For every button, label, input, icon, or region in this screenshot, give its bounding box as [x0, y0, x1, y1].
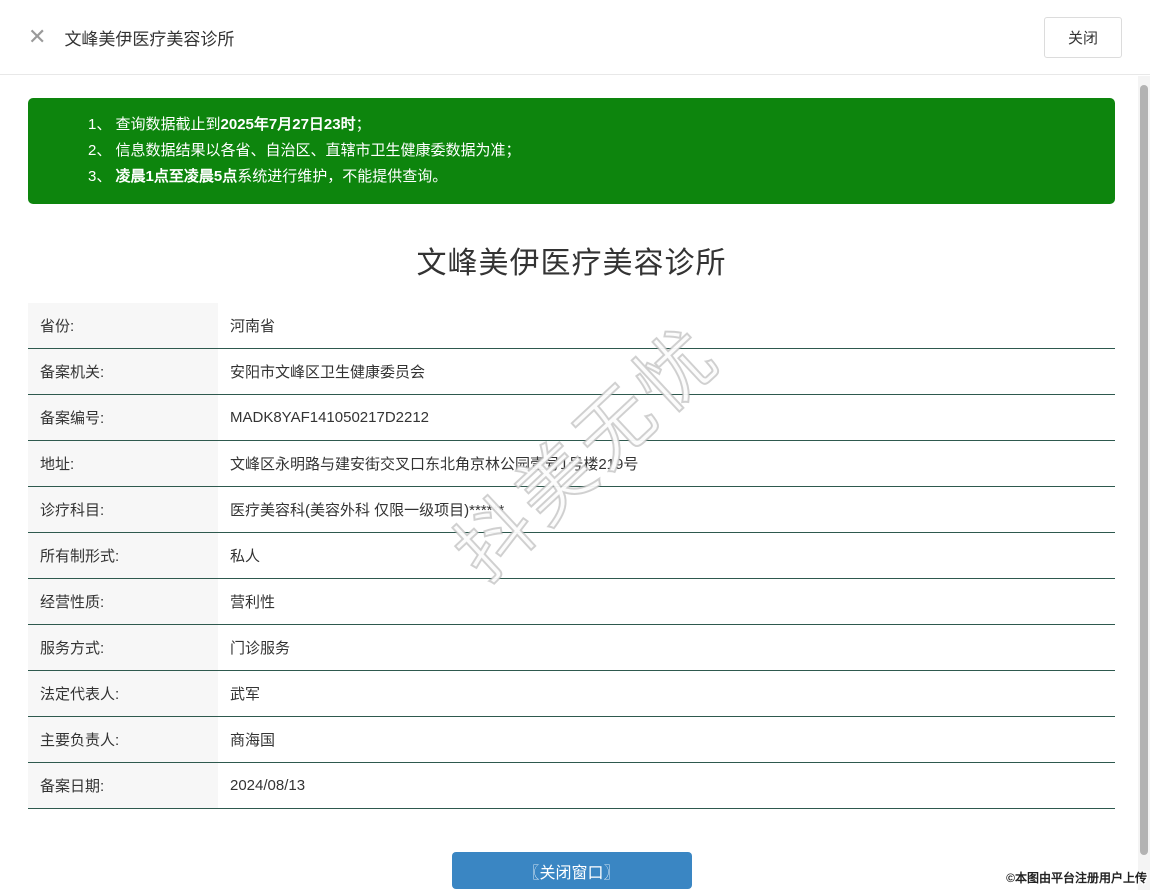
- table-row: 服务方式:门诊服务: [28, 625, 1115, 671]
- top-bar: ✕ 文峰美伊医疗美容诊所 关闭: [0, 0, 1150, 75]
- scrollbar-track[interactable]: [1138, 76, 1150, 890]
- close-icon[interactable]: ✕: [28, 26, 46, 48]
- row-label: 备案日期:: [28, 763, 218, 808]
- notice-line-2: 2、 信息数据结果以各省、自治区、直辖市卫生健康委数据为准；: [88, 138, 1095, 164]
- close-window-button[interactable]: 〖关闭窗口〗: [452, 852, 692, 889]
- record-table: 省份:河南省备案机关:安阳市文峰区卫生健康委员会备案编号:MADK8YAF141…: [28, 303, 1115, 809]
- row-value: MADK8YAF141050217D2212: [218, 395, 1115, 440]
- table-row: 备案编号:MADK8YAF141050217D2212: [28, 395, 1115, 441]
- row-label: 法定代表人:: [28, 671, 218, 716]
- table-row: 经营性质:营利性: [28, 579, 1115, 625]
- row-value: 河南省: [218, 303, 1115, 348]
- window-title: 文峰美伊医疗美容诊所: [64, 25, 234, 50]
- row-value: 私人: [218, 533, 1115, 578]
- notice-line-1: 1、 查询数据截止到2025年7月27日23时；: [88, 112, 1095, 138]
- row-label: 服务方式:: [28, 625, 218, 670]
- row-value: 营利性: [218, 579, 1115, 624]
- row-value: 2024/08/13: [218, 763, 1115, 808]
- row-label: 备案机关:: [28, 349, 218, 394]
- main-content: 1、 查询数据截止到2025年7月27日23时；2、 信息数据结果以各省、自治区…: [28, 98, 1115, 889]
- row-value: 武军: [218, 671, 1115, 716]
- table-row: 省份:河南省: [28, 303, 1115, 349]
- row-value: 门诊服务: [218, 625, 1115, 670]
- row-value: 安阳市文峰区卫生健康委员会: [218, 349, 1115, 394]
- table-row: 备案日期:2024/08/13: [28, 763, 1115, 809]
- notice-banner: 1、 查询数据截止到2025年7月27日23时；2、 信息数据结果以各省、自治区…: [28, 98, 1115, 204]
- table-row: 所有制形式:私人: [28, 533, 1115, 579]
- table-row: 主要负责人:商海国: [28, 717, 1115, 763]
- row-label: 省份:: [28, 303, 218, 348]
- table-row: 地址:文峰区永明路与建安街交叉口东北角京林公园壹号1号楼219号: [28, 441, 1115, 487]
- page-title: 文峰美伊医疗美容诊所: [28, 238, 1115, 282]
- row-label: 地址:: [28, 441, 218, 486]
- close-button[interactable]: 关闭: [1044, 17, 1122, 58]
- table-row: 诊疗科目:医疗美容科(美容外科 仅限一级项目)******: [28, 487, 1115, 533]
- row-value: 医疗美容科(美容外科 仅限一级项目)******: [218, 487, 1115, 532]
- row-value: 文峰区永明路与建安街交叉口东北角京林公园壹号1号楼219号: [218, 441, 1115, 486]
- table-row: 备案机关:安阳市文峰区卫生健康委员会: [28, 349, 1115, 395]
- row-label: 经营性质:: [28, 579, 218, 624]
- row-label: 备案编号:: [28, 395, 218, 440]
- upload-credit-text: ©本图由平台注册用户上传: [1006, 869, 1147, 886]
- notice-line-3: 3、 凌晨1点至凌晨5点系统进行维护，不能提供查询。: [88, 164, 1095, 190]
- scrollbar-thumb[interactable]: [1140, 85, 1148, 855]
- table-row: 法定代表人:武军: [28, 671, 1115, 717]
- row-label: 诊疗科目:: [28, 487, 218, 532]
- row-label: 所有制形式:: [28, 533, 218, 578]
- row-value: 商海国: [218, 717, 1115, 762]
- row-label: 主要负责人:: [28, 717, 218, 762]
